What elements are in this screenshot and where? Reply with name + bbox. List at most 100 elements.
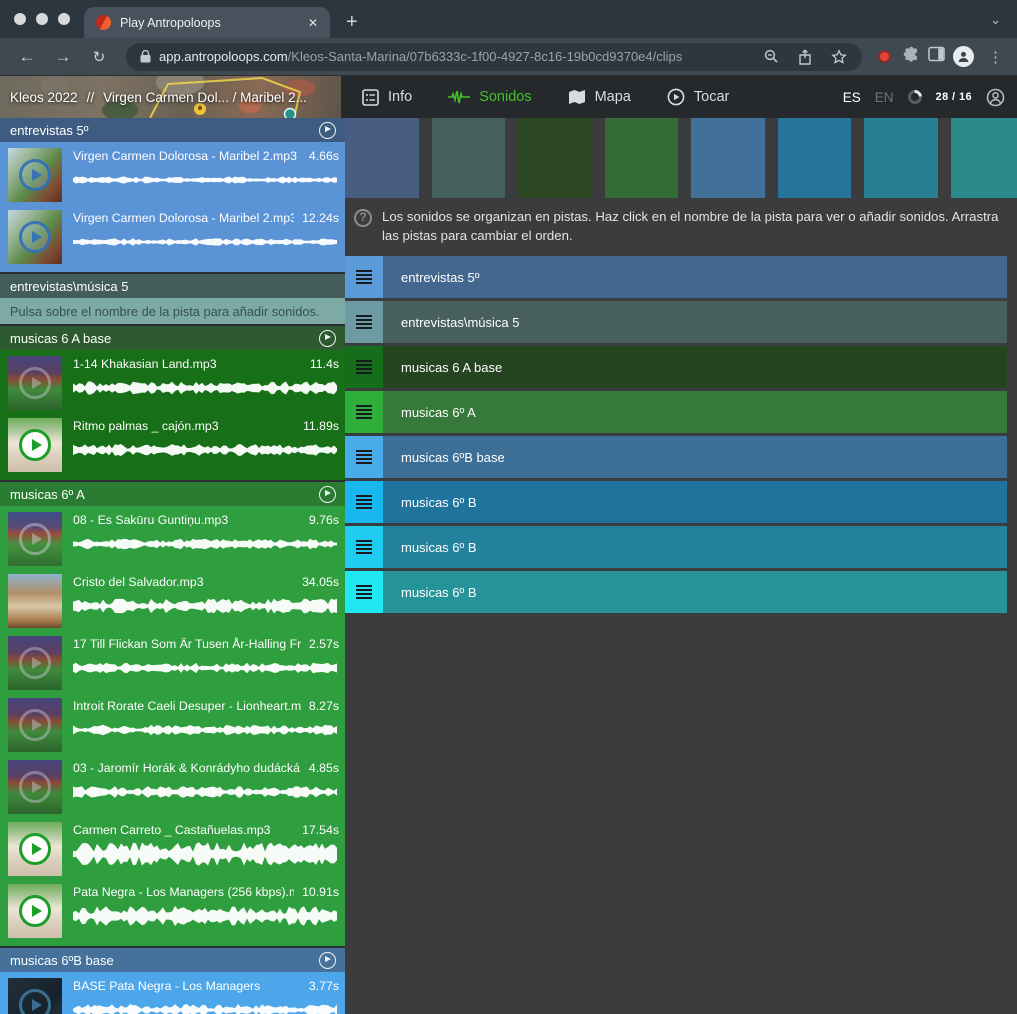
audio-clip[interactable]: BASE Pata Negra - Los Managers3.77s (8, 975, 339, 1014)
nav-tab-info[interactable]: Info (362, 89, 412, 106)
track-drag-handle[interactable] (345, 391, 383, 433)
lock-icon[interactable] (140, 50, 151, 63)
nav-tab-sonidos[interactable]: Sonidos (448, 89, 531, 105)
audio-clip[interactable]: Pata Negra - Los Managers (256 kbps).mp3… (8, 881, 339, 943)
window-minimize-button[interactable] (36, 13, 48, 25)
track-color-tile[interactable] (345, 118, 419, 198)
clip-thumbnail[interactable] (8, 636, 62, 690)
track-row[interactable]: musicas 6º A (345, 391, 1007, 433)
track-section-header[interactable]: entrevistas 5º (0, 118, 345, 142)
audio-clip[interactable]: Cristo del Salvador.mp334.05s (8, 571, 339, 633)
tab-search-chevron-icon[interactable]: ⌄ (990, 12, 1017, 38)
back-button[interactable]: ← (12, 47, 42, 67)
track-section-header[interactable]: musicas 6º A (0, 482, 345, 506)
clip-thumbnail[interactable] (8, 210, 62, 264)
audio-clip[interactable]: Carmen Carreto _ Castañuelas.mp317.54s (8, 819, 339, 881)
play-icon[interactable] (19, 895, 51, 927)
bookmark-star-icon[interactable] (826, 49, 852, 65)
play-icon[interactable] (19, 367, 51, 399)
track-name-button[interactable]: musicas 6º B (383, 526, 1007, 568)
zoom-page-icon[interactable] (758, 49, 784, 64)
audio-clip[interactable]: Virgen Carmen Dolorosa - Maribel 2.mp312… (8, 207, 339, 269)
side-panel-icon[interactable] (928, 46, 945, 67)
window-zoom-button[interactable] (58, 13, 70, 25)
clip-thumbnail[interactable] (8, 822, 62, 876)
share-icon[interactable] (792, 49, 818, 65)
track-drag-handle[interactable] (345, 346, 383, 388)
profile-avatar[interactable] (953, 46, 974, 67)
track-row[interactable]: musicas 6ºB base (345, 436, 1007, 478)
track-row[interactable]: musicas 6º B (345, 571, 1007, 613)
clip-thumbnail[interactable] (8, 574, 62, 628)
account-icon[interactable] (986, 88, 1005, 107)
nav-tab-mapa[interactable]: Mapa (568, 89, 631, 105)
play-icon[interactable] (19, 221, 51, 253)
track-row[interactable]: entrevistas 5º (345, 256, 1007, 298)
play-icon[interactable] (19, 159, 51, 191)
clip-thumbnail[interactable] (8, 698, 62, 752)
play-icon[interactable] (19, 989, 51, 1014)
audio-clip[interactable]: 17 Till Flickan Som Är Tusen År-Halling … (8, 633, 339, 695)
clip-thumbnail[interactable] (8, 760, 62, 814)
lang-en-button[interactable]: EN (875, 90, 894, 105)
clip-thumbnail[interactable] (8, 418, 62, 472)
section-play-button[interactable] (319, 122, 336, 139)
new-tab-button[interactable]: + (330, 12, 358, 38)
play-icon[interactable] (19, 585, 51, 617)
address-bar[interactable]: app.antropoloops.com/Kleos-Santa-Marina/… (126, 43, 862, 71)
track-name-button[interactable]: musicas 6º B (383, 481, 1007, 523)
track-drag-handle[interactable] (345, 301, 383, 343)
breadcrumb[interactable]: Kleos 2022 // Virgen Carmen Dol... / Mar… (0, 76, 341, 118)
window-close-button[interactable] (14, 13, 26, 25)
track-color-tile[interactable] (432, 118, 506, 198)
track-row[interactable]: musicas 6º B (345, 526, 1007, 568)
track-row[interactable]: musicas 6º B (345, 481, 1007, 523)
track-color-tile[interactable] (691, 118, 765, 198)
clip-thumbnail[interactable] (8, 148, 62, 202)
audio-clip[interactable]: Virgen Carmen Dolorosa - Maribel 2.mp34.… (8, 145, 339, 207)
browser-menu-icon[interactable]: ⋮ (982, 48, 1005, 66)
track-drag-handle[interactable] (345, 481, 383, 523)
play-icon[interactable] (19, 771, 51, 803)
section-play-button[interactable] (319, 330, 336, 347)
play-icon[interactable] (19, 833, 51, 865)
tab-close-icon[interactable]: ✕ (308, 16, 318, 30)
play-icon[interactable] (19, 429, 51, 461)
track-row[interactable]: musicas 6 A base (345, 346, 1007, 388)
extensions-puzzle-icon[interactable] (903, 46, 920, 68)
audio-clip[interactable]: 03 - Jaromír Horák & Konrádyho dudácká .… (8, 757, 339, 819)
track-name-button[interactable]: musicas 6º A (383, 391, 1007, 433)
track-name-button[interactable]: musicas 6 A base (383, 346, 1007, 388)
lang-es-button[interactable]: ES (843, 90, 861, 105)
track-name-button[interactable]: entrevistas 5º (383, 256, 1007, 298)
forward-button[interactable]: → (48, 47, 78, 67)
clip-thumbnail[interactable] (8, 512, 62, 566)
nav-tab-tocar[interactable]: Tocar (667, 88, 729, 106)
track-color-tile[interactable] (864, 118, 938, 198)
clip-thumbnail[interactable] (8, 356, 62, 410)
section-play-button[interactable] (319, 486, 336, 503)
track-color-tile[interactable] (951, 118, 1017, 198)
clip-thumbnail[interactable] (8, 884, 62, 938)
track-name-button[interactable]: musicas 6ºB base (383, 436, 1007, 478)
audio-clip[interactable]: Introit Rorate Caeli Desuper - Lionheart… (8, 695, 339, 757)
track-drag-handle[interactable] (345, 571, 383, 613)
reload-button[interactable]: ↻ (84, 48, 114, 66)
audio-clip[interactable]: 08 - Es Sakūru Guntiņu.mp39.76s (8, 509, 339, 571)
track-color-tile[interactable] (778, 118, 852, 198)
audio-clip[interactable]: Ritmo palmas _ cajón.mp311.89s (8, 415, 339, 477)
breadcrumb-project[interactable]: Kleos 2022 (10, 90, 78, 105)
recording-indicator-icon[interactable] (878, 50, 891, 63)
track-drag-handle[interactable] (345, 526, 383, 568)
audio-clip[interactable]: 1-14 Khakasian Land.mp311.4s (8, 353, 339, 415)
track-section-header[interactable]: entrevistas\música 5 (0, 274, 345, 298)
track-section-header[interactable]: musicas 6 A base (0, 326, 345, 350)
browser-tab[interactable]: Play Antropoloops ✕ (84, 7, 330, 38)
track-drag-handle[interactable] (345, 256, 383, 298)
play-icon[interactable] (19, 523, 51, 555)
track-name-button[interactable]: musicas 6º B (383, 571, 1007, 613)
track-row[interactable]: entrevistas\música 5 (345, 301, 1007, 343)
track-section-header[interactable]: musicas 6ºB base (0, 948, 345, 972)
track-drag-handle[interactable] (345, 436, 383, 478)
track-name-button[interactable]: entrevistas\música 5 (383, 301, 1007, 343)
